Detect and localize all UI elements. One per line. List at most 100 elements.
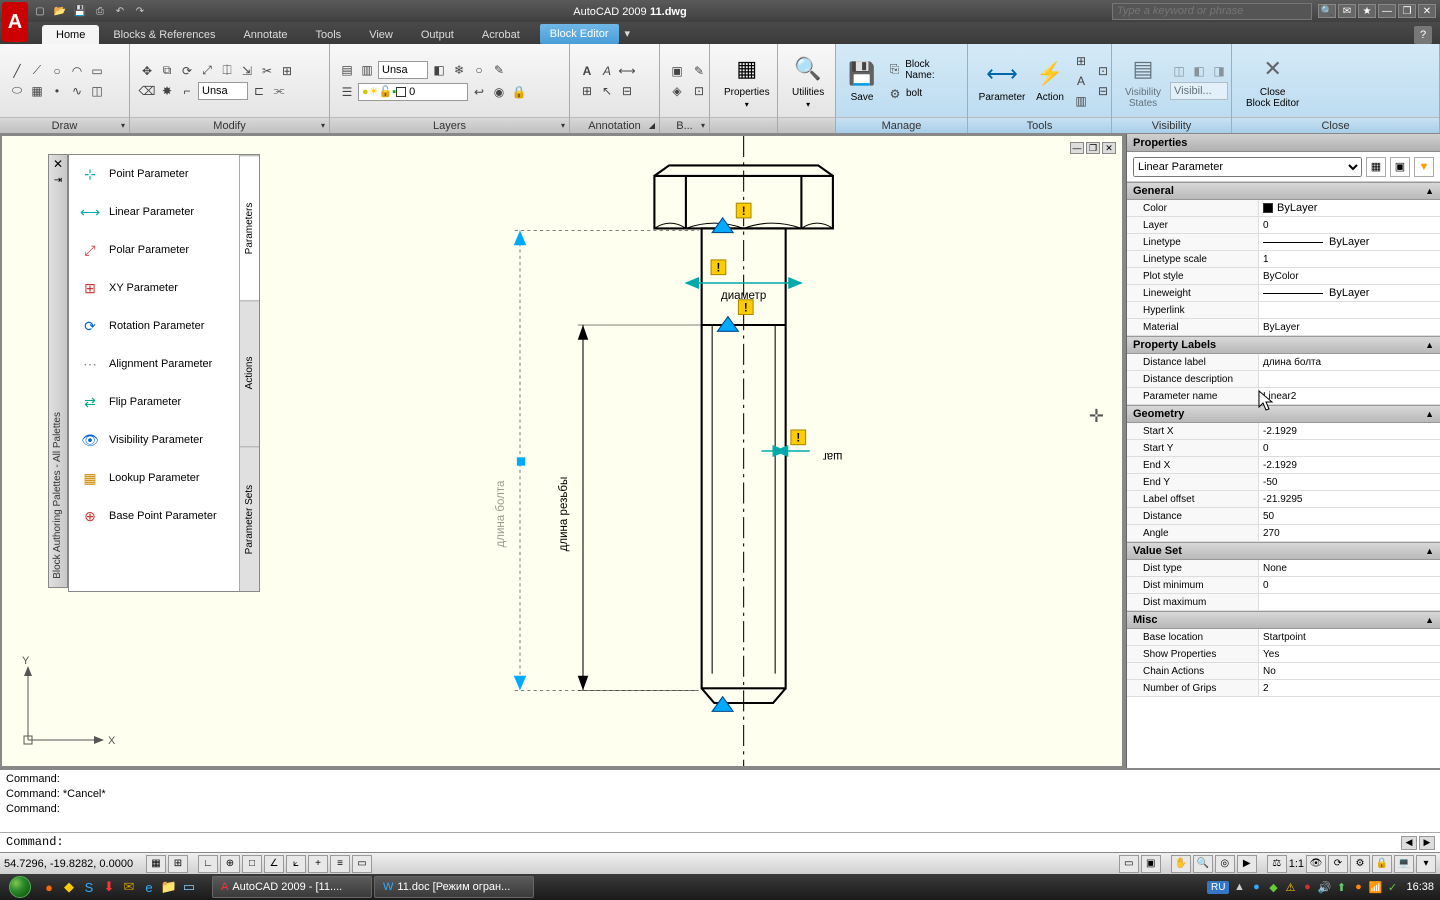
palette-close-icon[interactable]: ✕ [51,157,65,171]
tab-home[interactable]: Home [42,25,99,44]
attr-icon[interactable]: ⊡ [690,82,708,100]
saveas-block-icon[interactable]: ⎘ [886,61,903,79]
section-labels[interactable]: Property Labels▲ [1127,336,1440,354]
layerprev-icon[interactable]: ↩ [470,83,488,101]
selectobj-icon[interactable]: ▣ [1390,157,1410,177]
tray-icon[interactable]: 🔊 [1317,881,1331,894]
section-geometry[interactable]: Geometry▲ [1127,405,1440,423]
ql-app2[interactable]: ◆ [60,878,78,896]
command-history[interactable]: Command: Command: *Cancel* Command: [0,770,1440,832]
layerlock-icon[interactable]: 🔒 [510,83,528,101]
ql-desktop[interactable]: ▭ [180,878,198,896]
arc-icon[interactable]: ◠ [68,62,86,80]
array-icon[interactable]: ⊞ [278,62,296,80]
comm-center-icon[interactable]: ✉ [1338,4,1356,18]
layer-combo[interactable]: ●☀🔓▪ 0 [358,83,468,101]
cleanup-icon[interactable]: ▾ [1416,855,1436,873]
annovis-icon[interactable]: 👁 [1306,855,1326,873]
param-alignment[interactable]: ⋯Alignment Parameter [69,345,239,383]
line-icon[interactable]: ╱ [8,62,26,80]
palette-tab-paramsets[interactable]: Parameter Sets [240,446,259,591]
attrdef-icon[interactable]: A [1072,72,1090,90]
create-block-icon[interactable]: ◈ [668,82,686,100]
app-menu-button[interactable]: A [2,2,28,42]
infocenter-search[interactable] [1112,3,1312,20]
properties-button[interactable]: ▦ Properties ▾ [718,47,776,115]
lock-icon[interactable]: 🔒 [1372,855,1392,873]
param-xy[interactable]: ⊞XY Parameter [69,269,239,307]
palette-tab-actions[interactable]: Actions [240,300,259,445]
showmotion-icon[interactable]: ▶ [1237,855,1257,873]
status-scale[interactable]: 1:1 [1289,858,1304,870]
palette-titlebar[interactable]: ✕ ⇥ Block Authoring Palettes - All Palet… [48,154,68,588]
zoom-icon[interactable]: 🔍 [1193,855,1213,873]
minimize-button[interactable]: — [1378,4,1396,18]
otrack-toggle[interactable]: ∠ [264,855,284,873]
ws-icon[interactable]: ⚙ [1350,855,1370,873]
annoscale-icon[interactable]: ⚖ [1267,855,1287,873]
tab-view[interactable]: View [355,25,407,44]
favorites-icon[interactable]: ★ [1358,4,1376,18]
clock[interactable]: 16:38 [1406,881,1434,893]
tab-acrobat[interactable]: Acrobat [468,25,534,44]
tab-output[interactable]: Output [407,25,468,44]
point-icon[interactable]: • [48,82,66,100]
tab-minimize-arrow[interactable]: ▾ [619,23,637,44]
linetype-combo[interactable]: Unsa [378,61,428,79]
layeron-icon[interactable]: ◉ [490,83,508,101]
task-autocad[interactable]: AAutoCAD 2009 - [11.... [212,876,372,898]
leader-icon[interactable]: ↖ [598,82,616,100]
erase-icon[interactable]: ⌫ [138,82,156,100]
fillet-icon[interactable]: ⌐ [178,82,196,100]
quickselect-icon[interactable]: ▦ [1366,157,1386,177]
palette-icon[interactable]: ▥ [1072,92,1090,110]
explode-icon[interactable]: ✸ [158,82,176,100]
copy-icon[interactable]: ⧉ [158,62,176,80]
block-wizard-icon[interactable]: ⚙ [886,85,904,103]
language-indicator[interactable]: RU [1207,881,1229,894]
tab-blocks[interactable]: Blocks & References [99,25,229,44]
ql-ie[interactable]: e [140,878,158,896]
ql-app1[interactable]: ● [40,878,58,896]
rotate-icon[interactable]: ⟳ [178,62,196,80]
qat-print-icon[interactable]: ⎙ [92,3,108,19]
edit-block-icon[interactable]: ✎ [690,62,708,80]
mirror-icon[interactable]: ⎅ [218,62,236,80]
move-icon[interactable]: ✥ [138,62,156,80]
insert-block-icon[interactable]: ▣ [668,62,686,80]
scale-icon[interactable]: ⤢ [198,62,216,80]
dyn-toggle[interactable]: + [308,855,328,873]
param-visibility[interactable]: 👁Visibility Parameter [69,421,239,459]
palette-tab-parameters[interactable]: Parameters [240,155,259,300]
section-general[interactable]: General▲ [1127,182,1440,200]
command-input[interactable]: Command: [0,833,1396,852]
layerfreeze-icon[interactable]: ❄ [450,61,468,79]
task-word[interactable]: W11.doc [Режим огран... [374,876,534,898]
tray-icon[interactable]: 📶 [1368,881,1382,894]
spline-icon[interactable]: ∿ [68,82,86,100]
param-flip[interactable]: ⇄Flip Parameter [69,383,239,421]
rectangle-icon[interactable]: ▭ [88,62,106,80]
hatch-icon[interactable]: ▦ [28,82,46,100]
tab-block-editor[interactable]: Block Editor [540,24,619,44]
panel-layers-title[interactable]: Layers▾ [330,117,569,133]
region-icon[interactable]: ◫ [88,82,106,100]
section-valueset[interactable]: Value Set▲ [1127,542,1440,560]
offset-icon[interactable]: ⊏ [250,82,268,100]
qat-redo-icon[interactable]: ↷ [132,3,148,19]
polyline-icon[interactable]: ⟋ [28,62,46,80]
param-point[interactable]: ⊹Point Parameter [69,155,239,193]
wheel-icon[interactable]: ◎ [1215,855,1235,873]
ortho-toggle[interactable]: ∟ [198,855,218,873]
ql-app3[interactable]: ⬇ [100,878,118,896]
grid-toggle[interactable]: ⊞ [168,855,188,873]
paramset-icon[interactable]: ⊞ [1072,52,1090,70]
section-misc[interactable]: Misc▲ [1127,611,1440,629]
qat-undo-icon[interactable]: ↶ [112,3,128,19]
tool2-icon[interactable]: ⊟ [1094,82,1112,100]
snap-toggle[interactable]: ▦ [146,855,166,873]
properties-object-selector[interactable]: Linear Parameter [1133,157,1362,177]
table-icon[interactable]: ⊞ [578,82,596,100]
osnap-toggle[interactable]: □ [242,855,262,873]
panel-draw-title[interactable]: Draw▾ [0,117,129,133]
